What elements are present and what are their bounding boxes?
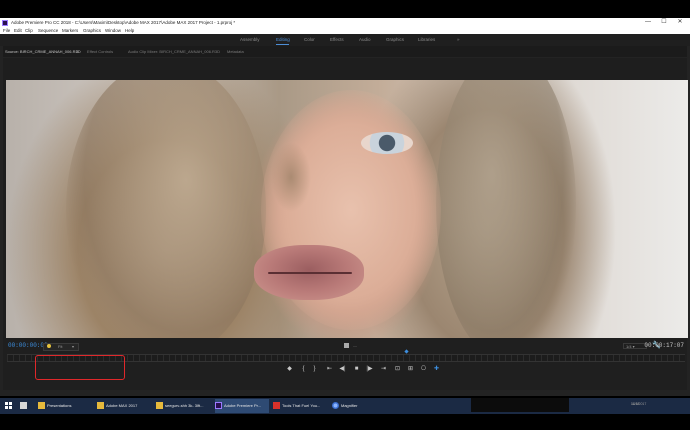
taskbar-item-adobe-max[interactable]: Adobe MAX 2017 xyxy=(97,399,152,413)
menu-sequence[interactable]: Sequence xyxy=(38,27,58,34)
window-title: Adobe Premiere Pro CC 2018 - C:\Users\Ma… xyxy=(11,20,236,25)
taskbar-item-folder[interactable]: seegurv-shh 3k- 3lft... xyxy=(156,399,212,413)
taskbar-label: Adobe MAX 2017 xyxy=(106,403,138,408)
taskbar-label: Presentations xyxy=(47,403,72,408)
tray-date: 11/1/2017 xyxy=(631,402,647,406)
resolution-dropdown[interactable]: 1/4 ▾ xyxy=(623,343,647,349)
magnifier-icon xyxy=(332,402,339,410)
menu-file[interactable]: File xyxy=(3,27,10,34)
workspace-effects[interactable]: Effects xyxy=(330,34,344,46)
folder-icon xyxy=(38,402,45,410)
video-frame[interactable] xyxy=(6,80,688,338)
tab-source-menu-icon[interactable]: ≡ xyxy=(76,46,78,57)
play-button[interactable]: ■ xyxy=(352,364,361,374)
menu-markers[interactable]: Markers xyxy=(62,27,78,34)
eye xyxy=(361,132,413,154)
minimize-button[interactable]: — xyxy=(642,18,654,27)
go-to-in-button[interactable]: ⇤ xyxy=(325,364,334,374)
windows-taskbar: Presentations Adobe MAX 2017 seegurv-shh… xyxy=(0,398,690,414)
tab-metadata[interactable]: Metadata xyxy=(227,46,244,57)
system-tray: 14:51 11/1/2017 xyxy=(471,398,646,412)
pdf-icon xyxy=(273,402,280,410)
close-button[interactable]: ✕ xyxy=(674,18,686,27)
menu-window[interactable]: Window xyxy=(105,27,121,34)
premiere-window: Adobe Premiere Pro CC 2018 - C:\Users\Ma… xyxy=(0,18,690,396)
menu-graphics[interactable]: Graphics xyxy=(83,27,101,34)
tab-source[interactable]: Source: BIRCH_CRME_ANNAH_006.R3D xyxy=(5,46,81,57)
chevron-down-icon: ▾ xyxy=(72,344,75,349)
mark-out-button[interactable]: } xyxy=(310,364,319,374)
button-editor-button[interactable]: ✚ xyxy=(432,364,441,374)
annotation-highlight-box xyxy=(35,355,125,380)
workspaces-bar: Assembly Editing Color Effects Audio Gra… xyxy=(0,34,690,46)
hair-left xyxy=(66,80,266,338)
drag-video-icon[interactable] xyxy=(344,343,349,348)
insert-button[interactable]: ⊡ xyxy=(393,364,402,374)
workspace-libraries[interactable]: Libraries xyxy=(418,34,435,46)
folder-icon xyxy=(97,402,104,410)
step-forward-button[interactable]: |▶ xyxy=(365,364,374,374)
source-monitor: 00:00:00:00 Fit ▾ — 1/4 ▾ 🔧 00:00:17:07 … xyxy=(3,58,688,390)
taskbar-label: seegurv-shh 3k- 3lft... xyxy=(165,403,204,408)
taskbar-label: Tools That Fuel You... xyxy=(282,403,321,408)
hair-strand xyxy=(271,142,311,212)
go-to-out-button[interactable]: ⇥ xyxy=(379,364,388,374)
workspaces-more-icon[interactable]: » xyxy=(457,34,460,46)
taskbar-item-premiere[interactable]: Adobe Premiere Pr... xyxy=(215,399,269,413)
maximize-button[interactable]: ☐ xyxy=(658,18,670,27)
taskbar-item-mail[interactable] xyxy=(20,399,34,413)
workspace-graphics[interactable]: Graphics xyxy=(386,34,404,46)
menu-help[interactable]: Help xyxy=(125,27,134,34)
mouth-line xyxy=(268,272,352,274)
taskbar-label: Magnifier xyxy=(341,403,358,408)
title-bar: Adobe Premiere Pro CC 2018 - C:\Users\Ma… xyxy=(0,18,690,27)
duration-timecode: 00:00:17:07 xyxy=(644,342,684,349)
resolution-value: 1/4 xyxy=(626,344,632,349)
marker-icon[interactable] xyxy=(47,344,51,348)
add-marker-button[interactable]: ◆ xyxy=(285,364,294,374)
tab-audio-clip-mixer[interactable]: Audio Clip Mixer: BIRCH_CRME_ANNAH_006.R… xyxy=(128,46,220,57)
active-workspace-indicator xyxy=(276,44,289,45)
windows-start-icon[interactable] xyxy=(5,402,12,409)
mark-in-button[interactable]: { xyxy=(299,364,308,374)
workspace-audio[interactable]: Audio xyxy=(359,34,371,46)
taskbar-label: Adobe Premiere Pr... xyxy=(224,403,262,408)
playhead-timecode[interactable]: 00:00:00:00 xyxy=(8,340,48,351)
mail-icon xyxy=(20,402,27,410)
export-frame-button[interactable]: ⎔ xyxy=(419,364,428,374)
drag-video-label: — xyxy=(353,343,357,348)
folder-icon xyxy=(156,402,163,410)
overwrite-button[interactable]: ⊞ xyxy=(406,364,415,374)
taskbar-item-magnifier[interactable]: Magnifier xyxy=(332,399,382,413)
menu-clip[interactable]: Clip xyxy=(25,27,33,34)
premiere-icon xyxy=(215,402,222,410)
workspace-color[interactable]: Color xyxy=(304,34,315,46)
taskbar-item-pdf[interactable]: Tools That Fuel You... xyxy=(273,399,328,413)
playhead-icon[interactable] xyxy=(404,349,409,354)
premiere-app-icon xyxy=(2,19,8,26)
workspace-assembly[interactable]: Assembly xyxy=(240,34,260,46)
panel-tab-bar: Source: BIRCH_CRME_ANNAH_006.R3D ≡ Effec… xyxy=(3,46,687,57)
taskbar-item-presentations[interactable]: Presentations xyxy=(38,399,92,413)
hair-right xyxy=(436,80,576,338)
tab-effect-controls[interactable]: Effect Controls xyxy=(87,46,113,57)
menu-edit[interactable]: Edit xyxy=(14,27,22,34)
step-back-button[interactable]: ◀| xyxy=(338,364,347,374)
fit-value: Fit xyxy=(58,344,63,349)
